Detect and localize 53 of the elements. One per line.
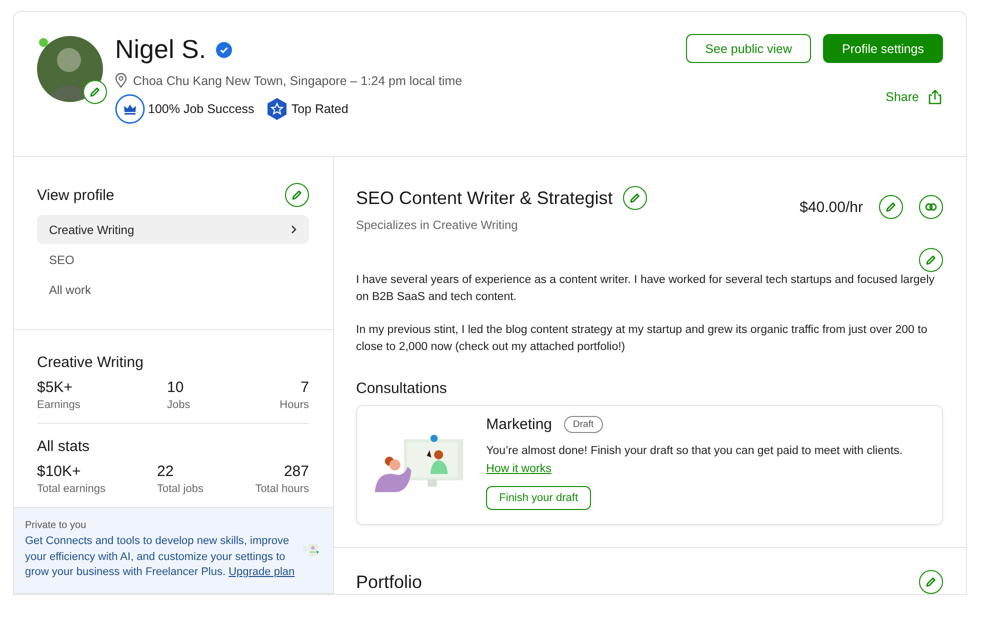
stat-value: $5K+ <box>37 379 74 396</box>
edit-title-icon[interactable] <box>622 186 647 210</box>
see-public-view-button[interactable]: See public view <box>686 34 812 63</box>
stats-heading: Creative Writing <box>37 354 144 371</box>
location-pin-icon <box>115 73 127 88</box>
stat-value: 10 <box>167 379 185 396</box>
status-badge: Draft <box>564 416 603 433</box>
stats-heading: All stats <box>37 438 91 455</box>
edit-overview-icon[interactable] <box>919 248 943 272</box>
stat-label: Total hours <box>255 483 309 495</box>
edit-icon[interactable] <box>285 183 309 207</box>
consultation-name: Marketing <box>486 416 552 433</box>
stat-label: Total earnings <box>37 483 106 495</box>
view-profile-heading: View profile <box>37 186 114 204</box>
finish-draft-button[interactable]: Finish your draft <box>486 486 592 510</box>
stat-value: $10K+ <box>37 463 82 480</box>
stat-label: Hours <box>280 399 309 411</box>
chevron-right-icon <box>291 225 297 234</box>
stat-value: 22 <box>157 463 175 480</box>
profile-name: Nigel S. <box>115 34 206 65</box>
share-icon[interactable] <box>927 89 943 105</box>
stat-label: Jobs <box>167 399 192 411</box>
upgrade-plan-link[interactable]: Upgrade plan <box>228 566 295 578</box>
profile-title: SEO Content Writer & Strategist <box>356 188 613 208</box>
specialization-text: Specializes in Creative Writing <box>356 218 519 232</box>
stat-label: Earnings <box>37 399 82 411</box>
portfolio-heading: Portfolio <box>356 572 422 592</box>
profile-settings-button[interactable]: Profile settings <box>823 34 943 63</box>
edit-rate-icon[interactable] <box>879 195 903 219</box>
hourly-rate: $40.00/hr <box>800 198 863 216</box>
link-icon[interactable] <box>919 195 943 219</box>
overview-paragraph: I have several years of experience as a content writer. I have worked for several tech startups and focused largely on B2B SaaS and tech content. <box>356 273 936 305</box>
profile-nav-item[interactable]: SEO <box>37 245 309 274</box>
consultation-text: You’re almost done! Finish your draft so that you can get paid to meet with clients. How it works <box>486 444 904 477</box>
stat-label: Total jobs <box>157 483 204 495</box>
consultations-heading: Consultations <box>356 380 448 397</box>
stat-value: 287 <box>284 463 309 480</box>
badge-label: Top Rated <box>291 102 348 116</box>
overview-paragraph: In my previous stint, I led the blog content strategy at my startup and grew its organic traffic from just over 200 to close to 2,000 now (check out my attached portfolio!) <box>356 323 928 355</box>
promo-caption: Private to you <box>25 520 88 531</box>
share-link[interactable]: Share <box>886 90 919 104</box>
profile-nav-item[interactable]: All work <box>37 275 309 304</box>
location-text: Choa Chu Kang New Town, Singapore – 1:24 pm local time <box>133 74 462 88</box>
promo-text: Get Connects and tools to develop new skills, improve your efficiency with AI, and customize your settings to grow your business with Freelancer Plus. Upgrade plan <box>25 534 296 580</box>
star-badge-icon <box>266 97 288 121</box>
badge-label: 100% Job Success <box>148 102 254 116</box>
edit-photo-icon[interactable] <box>83 80 107 104</box>
avatar-photo-placeholder <box>37 36 103 102</box>
edit-portfolio-icon[interactable] <box>919 570 943 594</box>
stat-value: 7 <box>300 379 309 396</box>
crown-icon <box>115 94 145 124</box>
profile-nav-item[interactable]: Creative Writing <box>37 215 309 244</box>
how-it-works-link[interactable]: How it works <box>486 463 552 475</box>
